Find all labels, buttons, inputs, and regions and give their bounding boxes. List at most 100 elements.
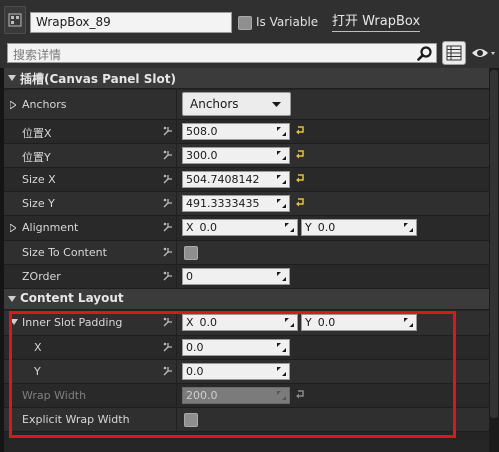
property-label: Explicit Wrap Width: [22, 413, 130, 426]
drag-corner-icon: [285, 223, 294, 232]
field-value: 508.0: [186, 125, 218, 138]
binding-icon[interactable]: [162, 173, 174, 185]
property-matrix-button[interactable]: [442, 41, 466, 65]
drag-corner-icon: [277, 151, 286, 160]
padding-x-field[interactable]: X 0.0: [182, 314, 298, 331]
collapse-arrow-icon[interactable]: [10, 319, 18, 325]
property-label: Inner Slot Padding: [22, 316, 123, 329]
position-y-field[interactable]: 300.0: [182, 147, 290, 164]
is-variable-checkbox[interactable]: [238, 16, 252, 30]
field-value: 504.7408142: [186, 173, 260, 186]
field-value: 300.0: [186, 149, 218, 162]
open-wrapbox-link[interactable]: 打开 WrapBox: [332, 13, 421, 32]
property-row-explicit-wrap-width: Explicit Wrap Width: [4, 408, 489, 432]
expand-arrow-icon[interactable]: [10, 101, 16, 109]
binding-icon[interactable]: [162, 149, 174, 161]
wrap-width-field: 200.0: [182, 387, 290, 404]
reset-arrow-icon[interactable]: [295, 149, 305, 159]
reset-arrow-icon[interactable]: [295, 197, 305, 207]
size-y-field[interactable]: 491.3333435: [182, 195, 290, 212]
drag-corner-icon: [285, 318, 294, 327]
property-row-padding-y: Y 0.0: [4, 360, 489, 384]
axis-label: X: [186, 221, 194, 234]
chevron-down-icon: [272, 102, 281, 107]
property-label: Size Y: [22, 197, 55, 210]
scrollbar-thumb[interactable]: [490, 70, 498, 418]
widget-name-input[interactable]: WrapBox_89: [30, 12, 232, 33]
property-label: Wrap Width: [22, 389, 87, 402]
column-divider: [176, 265, 177, 288]
binding-icon[interactable]: [162, 270, 174, 282]
widget-type-icon: [4, 6, 26, 34]
dropdown-value: Anchors: [190, 97, 239, 111]
panel-footer: [4, 440, 489, 452]
property-label: Size X: [22, 173, 56, 186]
property-label: Size To Content: [22, 246, 107, 259]
expand-arrow-icon[interactable]: [10, 224, 16, 232]
padding-y-value-field[interactable]: 0.0: [182, 363, 290, 380]
column-divider: [176, 408, 177, 431]
binding-icon[interactable]: [162, 221, 174, 233]
binding-icon[interactable]: [162, 125, 174, 137]
drag-corner-icon: [277, 199, 286, 208]
field-value: 491.3333435: [186, 197, 260, 210]
is-variable-label: Is Variable: [256, 15, 319, 29]
anchors-dropdown[interactable]: Anchors: [182, 92, 291, 116]
category-content-layout[interactable]: Content Layout: [4, 289, 489, 310]
field-value: 0.0: [186, 341, 204, 354]
drag-corner-icon: [277, 175, 286, 184]
property-label: ZOrder: [22, 270, 61, 283]
padding-y-field[interactable]: Y 0.0: [301, 314, 417, 331]
binding-icon[interactable]: [162, 246, 174, 258]
alignment-y-field[interactable]: Y 0.0: [301, 219, 417, 236]
column-divider: [176, 216, 177, 240]
binding-icon[interactable]: [162, 316, 174, 328]
binding-icon[interactable]: [162, 341, 174, 353]
view-options-button[interactable]: [471, 43, 499, 63]
field-value: 0.0: [186, 365, 204, 378]
collapse-arrow-icon[interactable]: [8, 75, 16, 81]
reset-arrow-icon[interactable]: [295, 125, 305, 135]
column-divider: [176, 311, 177, 335]
drag-corner-icon: [277, 272, 286, 281]
drag-corner-icon: [277, 127, 286, 136]
property-row-position-y: 位置Y 300.0: [4, 144, 489, 168]
property-row-padding-x: X 0.0: [4, 336, 489, 360]
eye-icon: [472, 49, 495, 57]
alignment-x-field[interactable]: X 0.0: [182, 219, 298, 236]
search-icon[interactable]: [417, 46, 433, 61]
binding-icon[interactable]: [162, 365, 174, 377]
property-label: Anchors: [22, 98, 67, 111]
property-label: X: [34, 341, 42, 354]
size-x-field[interactable]: 504.7408142: [182, 171, 290, 188]
drag-corner-icon: [277, 391, 286, 400]
property-row-anchors: Anchors Anchors: [4, 90, 489, 120]
property-label: Y: [34, 365, 41, 378]
search-bar[interactable]: 搜索详情: [7, 43, 437, 63]
column-divider: [176, 241, 177, 264]
field-value: 0.0: [317, 221, 336, 234]
property-row-wrap-width: Wrap Width 200.0: [4, 384, 489, 408]
padding-x-value-field[interactable]: 0.0: [182, 339, 290, 356]
field-value: 0.0: [199, 316, 218, 329]
column-divider: [176, 360, 177, 383]
position-x-field[interactable]: 508.0: [182, 123, 290, 140]
grid-icon: [446, 45, 462, 61]
property-row-position-x: 位置X 508.0: [4, 120, 489, 144]
binding-icon[interactable]: [162, 197, 174, 209]
zorder-field[interactable]: 0: [182, 268, 290, 285]
size-to-content-checkbox[interactable]: [184, 246, 198, 260]
explicit-wrap-width-checkbox[interactable]: [184, 413, 198, 427]
category-title: 插槽(Canvas Panel Slot): [20, 72, 176, 86]
category-canvas-panel-slot[interactable]: 插槽(Canvas Panel Slot): [4, 68, 489, 89]
collapse-arrow-icon[interactable]: [8, 296, 16, 302]
axis-label: X: [186, 316, 194, 329]
field-value: 200.0: [186, 389, 218, 402]
reset-arrow-icon[interactable]: [295, 173, 305, 183]
reset-arrow-icon[interactable]: [295, 389, 305, 399]
column-divider: [176, 168, 177, 191]
column-divider: [176, 120, 177, 143]
column-divider: [176, 192, 177, 215]
property-row-size-to-content: Size To Content: [4, 241, 489, 265]
property-row-alignment: Alignment X 0.0 Y 0.0: [4, 216, 489, 241]
